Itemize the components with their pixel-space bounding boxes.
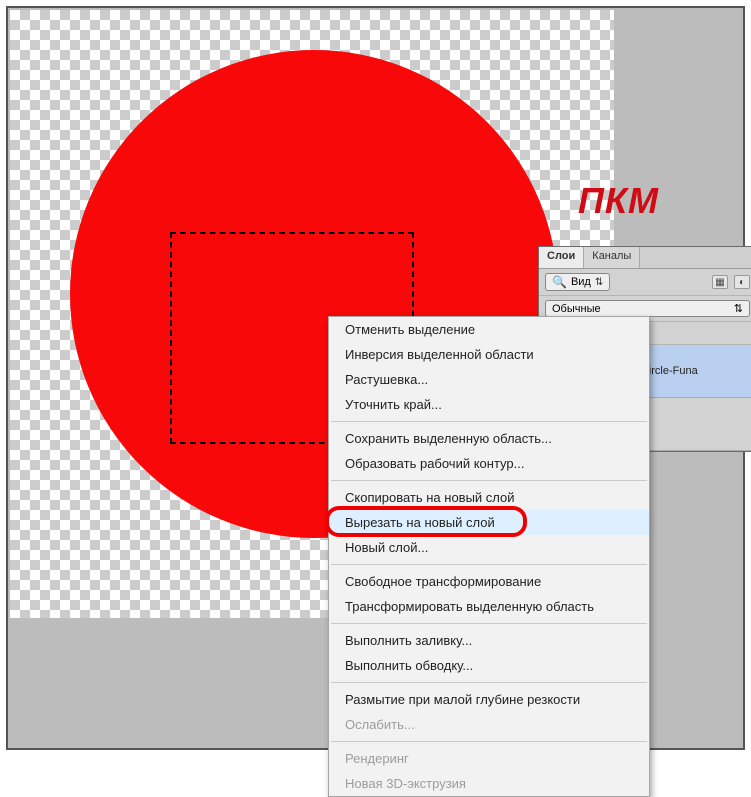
context-menu: Отменить выделениеИнверсия выделенной об… — [328, 316, 650, 797]
menu-separator — [331, 480, 647, 481]
chevrons-icon: ⇅ — [595, 277, 603, 288]
panel-tabs: Слои Каналы — [539, 247, 751, 269]
context-menu-item: Рендеринг — [329, 746, 649, 771]
context-menu-item[interactable]: Отменить выделение — [329, 317, 649, 342]
context-menu-item[interactable]: Растушевка... — [329, 367, 649, 392]
app-frame: ПКМ Слои Каналы 🔍 Вид ⇅ ▦ ◐ Обычные ⇅ ✥ … — [6, 6, 745, 750]
menu-separator — [331, 421, 647, 422]
filter-kind-button[interactable]: 🔍 Вид ⇅ — [545, 273, 610, 291]
filter-adjust-icon[interactable]: ◐ — [734, 275, 750, 289]
chevrons-icon: ⇅ — [734, 302, 743, 315]
blend-mode-select[interactable]: Обычные ⇅ — [545, 300, 750, 317]
blend-mode-label: Обычные — [552, 303, 601, 315]
context-menu-item[interactable]: Образовать рабочий контур... — [329, 451, 649, 476]
search-icon: 🔍 — [552, 275, 567, 289]
context-menu-item[interactable]: Размытие при малой глубине резкости — [329, 687, 649, 712]
context-menu-item[interactable]: Свободное трансформирование — [329, 569, 649, 594]
context-menu-item[interactable]: Новый слой... — [329, 535, 649, 560]
context-menu-item[interactable]: Выполнить обводку... — [329, 653, 649, 678]
tab-layers[interactable]: Слои — [539, 247, 584, 268]
context-menu-item: Новая 3D-экструзия — [329, 771, 649, 796]
tab-channels[interactable]: Каналы — [584, 247, 640, 268]
context-menu-item[interactable]: Трансформировать выделенную область — [329, 594, 649, 619]
menu-separator — [331, 623, 647, 624]
annotation-pkm: ПКМ — [578, 180, 659, 222]
context-menu-item[interactable]: Инверсия выделенной области — [329, 342, 649, 367]
menu-separator — [331, 682, 647, 683]
filter-kind-label: Вид — [571, 276, 591, 288]
filter-row: 🔍 Вид ⇅ ▦ ◐ — [539, 269, 751, 296]
filter-pixel-icon[interactable]: ▦ — [712, 275, 728, 289]
context-menu-item[interactable]: Вырезать на новый слой — [329, 510, 649, 535]
context-menu-item[interactable]: Сохранить выделенную область... — [329, 426, 649, 451]
menu-separator — [331, 564, 647, 565]
context-menu-item[interactable]: Уточнить край... — [329, 392, 649, 417]
context-menu-item[interactable]: Скопировать на новый слой — [329, 485, 649, 510]
menu-separator — [331, 741, 647, 742]
context-menu-item: Ослабить... — [329, 712, 649, 737]
context-menu-item[interactable]: Выполнить заливку... — [329, 628, 649, 653]
